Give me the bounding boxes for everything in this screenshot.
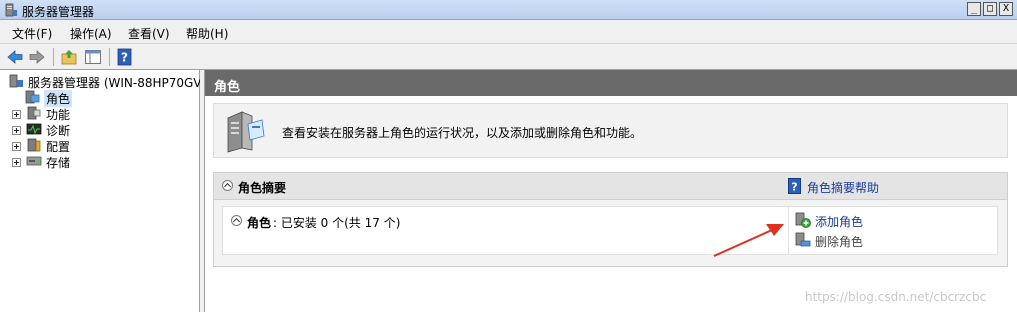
close-button[interactable]: X [999,2,1013,16]
minimize-button[interactable]: _ [967,2,981,16]
annotation-arrow [713,224,784,257]
features-icon [27,106,41,120]
tree-root-label: 服务器管理器 (WIN-88HP70GVSH [28,76,219,90]
watermark: https://blog.csdn.net/cbcrzcbc [805,290,987,304]
remove-roles-link[interactable]: 删除角色 [815,233,863,250]
menu-view[interactable]: 查看(V) [128,25,170,42]
roles-summary-title: 角色摘要 [238,181,287,195]
roles-icon [25,90,40,104]
roles-label: 角色 [247,216,272,230]
roles-panel: 角色 : 已安装 0 个(共 17 个) 添加角色 删除角色 [222,206,998,255]
menu-help[interactable]: 帮助(H) [186,25,228,42]
details-header: 角色 [205,70,1017,96]
maximize-button[interactable]: □ [983,2,997,16]
roles-summary-section: 角色摘要 ? 角色摘要帮助 角色 : 已安装 0 个(共 17 个) 添加角色 [213,172,1008,267]
roles-summary-header: 角色摘要 ? 角色摘要帮助 [214,173,1007,200]
description-panel: 查看安装在服务器上角色的运行状况，以及添加或删除角色和功能。 [213,103,1008,158]
help-icon: ? [788,178,801,194]
back-icon[interactable] [6,48,24,66]
collapse-summary-icon[interactable] [222,180,233,191]
server-manager-icon [5,3,17,17]
storage-icon [26,156,42,166]
collapse-roles-icon[interactable] [231,215,242,226]
add-roles-link[interactable]: 添加角色 [815,213,863,230]
roles-actions: 添加角色 删除角色 [788,207,999,254]
add-roles-icon [795,212,811,228]
configuration-icon [27,138,41,152]
svg-text:?: ? [791,181,797,194]
roles-status: : 已安装 0 个(共 17 个) [273,216,401,230]
expand-configuration-icon[interactable] [12,142,21,151]
tree-item-label: 诊断 [46,124,71,138]
expand-storage-icon[interactable] [12,158,21,167]
server-roles-icon [227,111,265,153]
window-controls: _ □ X [967,2,1013,16]
description-text: 查看安装在服务器上角色的运行状况，以及添加或删除角色和功能。 [282,126,643,140]
page-title: 角色 [214,80,241,95]
help-icon[interactable]: ? [116,48,134,66]
up-folder-icon[interactable] [60,48,78,66]
expand-features-icon[interactable] [12,110,21,119]
diagnostics-icon [26,123,42,135]
toolbar: ? [0,44,1017,70]
menu-action[interactable]: 操作(A) [70,25,112,42]
title-bar: 服务器管理器 _ □ X [0,0,1017,20]
details-pane: 角色 查看安装在服务器上角色的运行状况，以及添加或删除角色和功能。 角色摘要 ?… [205,70,1017,312]
forward-icon[interactable] [28,48,46,66]
svg-text:?: ? [121,51,128,65]
menu-bar: 文件(F) 操作(A) 查看(V) 帮助(H) [0,20,1017,44]
expand-diagnostics-icon[interactable] [12,126,21,135]
console-tree: 服务器管理器 (WIN-88HP70GVSH 角色 功能 诊断 配置 存储 [0,70,218,312]
window-title: 服务器管理器 [22,5,95,19]
tree-item-label: 存储 [46,156,71,170]
menu-file[interactable]: 文件(F) [12,25,52,42]
tree-item-label: 配置 [46,140,71,154]
roles-summary-help-link[interactable]: 角色摘要帮助 [807,179,879,196]
server-manager-icon [9,74,23,88]
tree-item-label: 功能 [46,108,71,122]
tree-item-label: 角色 [44,90,73,107]
remove-roles-icon [795,232,811,247]
console-tree-icon[interactable] [84,48,102,66]
